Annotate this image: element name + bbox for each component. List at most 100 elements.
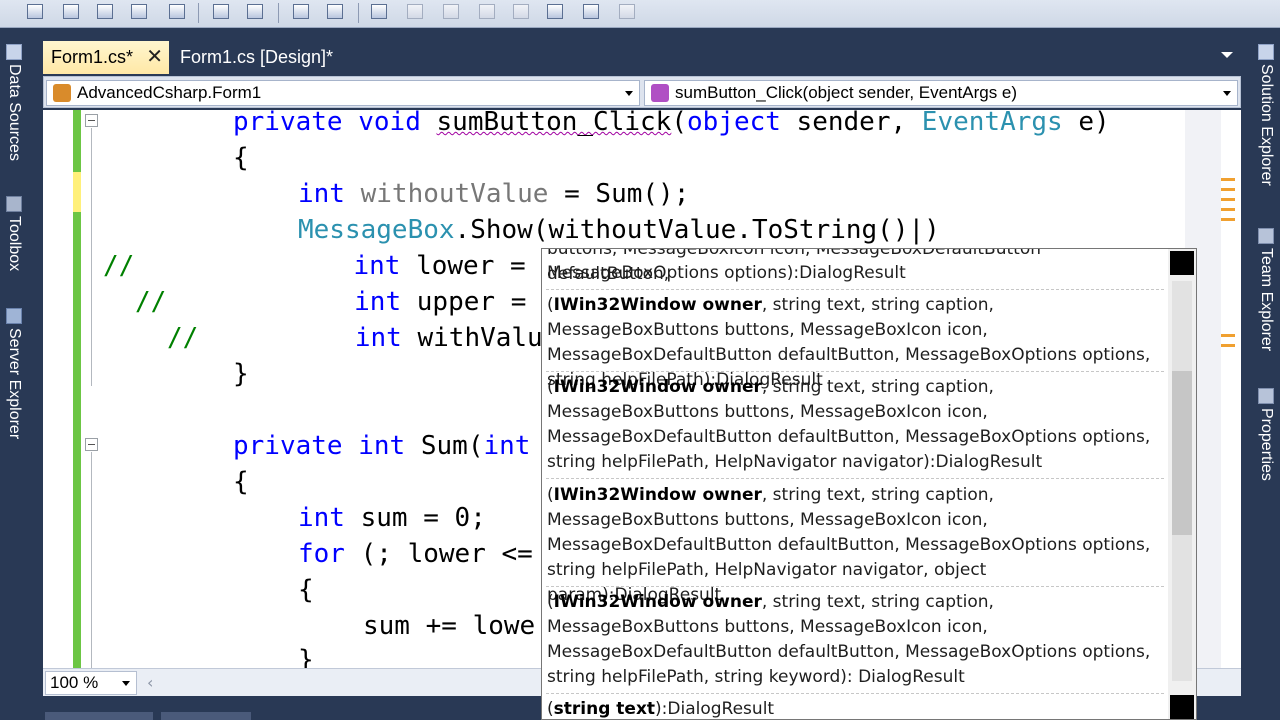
bottom-dock-tab[interactable] xyxy=(161,712,251,720)
toolbar-separator xyxy=(358,3,359,23)
code-token: lower = C xyxy=(400,251,557,281)
overload-list: buttons, MessageBoxIcon icon, MessageBox… xyxy=(542,249,1168,719)
previous-bookmark-folder-icon[interactable] xyxy=(476,2,498,22)
tab-list-dropdown-icon[interactable] xyxy=(1221,52,1233,58)
properties-tab[interactable]: Properties xyxy=(1256,388,1276,481)
collapse-icon[interactable] xyxy=(85,114,98,127)
code-token: int xyxy=(354,323,402,353)
code-token: withoutValue xyxy=(360,179,549,209)
code-line: // int withValue xyxy=(167,320,558,356)
properties-label: Properties xyxy=(1258,408,1275,481)
code-line: int sum = 0; xyxy=(298,500,486,536)
copy-icon[interactable] xyxy=(24,2,46,22)
scroll-up-arrow-icon[interactable] xyxy=(1170,251,1194,275)
method-icon xyxy=(651,84,669,102)
parameter-info-popup: buttons, MessageBoxIcon icon, MessageBox… xyxy=(541,248,1197,720)
scrollbar-change-marker xyxy=(1221,198,1235,201)
code-token: int xyxy=(298,503,345,533)
code-token: void xyxy=(358,110,421,137)
navigation-bar: AdvancedCsharp.Form1 sumButton_Click(obj… xyxy=(43,76,1241,108)
overload-item[interactable]: (string text):DialogResult xyxy=(547,697,1165,719)
indent-icon[interactable] xyxy=(210,2,232,22)
code-token: (; lower <= xyxy=(344,539,533,569)
scroll-down-arrow-icon[interactable] xyxy=(1170,695,1194,719)
tab-form1-design[interactable]: Form1.cs [Design]* xyxy=(172,41,352,74)
comment-icon[interactable] xyxy=(290,2,312,22)
zoom-value: 100 % xyxy=(50,673,99,692)
code-line: } xyxy=(233,359,249,389)
member-dropdown-value: sumButton_Click(object sender, EventArgs… xyxy=(675,83,1018,102)
close-icon[interactable]: ✕ xyxy=(146,47,163,67)
class-icon xyxy=(53,84,71,102)
tab-form1-cs[interactable]: Form1.cs* ✕ xyxy=(43,41,169,74)
code-comment: // xyxy=(103,251,135,281)
code-token: upper = C xyxy=(401,287,558,317)
scroll-left-icon[interactable]: ‹ xyxy=(147,673,153,692)
outline-guide xyxy=(91,128,92,386)
code-token: .Show(withoutValue.ToString() xyxy=(454,215,909,245)
class-dropdown[interactable]: AdvancedCsharp.Form1 xyxy=(46,80,640,106)
overload-item[interactable]: (IWin32Window owner, string text, string… xyxy=(547,590,1165,690)
data-sources-tab[interactable]: Data Sources xyxy=(4,44,24,161)
toolbox-icon xyxy=(6,196,22,212)
team-explorer-tab[interactable]: Team Explorer xyxy=(1256,228,1276,351)
bookmark-icon[interactable] xyxy=(368,2,390,22)
next-in-document-icon[interactable] xyxy=(580,2,602,22)
code-comment: // xyxy=(135,287,167,317)
data-sources-icon xyxy=(6,44,22,60)
code-token: = Sum(); xyxy=(548,179,690,209)
toolbox-label: Toolbox xyxy=(6,216,23,272)
uncomment-icon[interactable] xyxy=(324,2,346,22)
popup-scroll-thumb[interactable] xyxy=(1172,371,1192,535)
overload-item[interactable]: (IWin32Window owner, string text, string… xyxy=(547,375,1165,475)
clear-bookmarks-icon[interactable] xyxy=(616,2,638,22)
previous-in-document-icon[interactable] xyxy=(544,2,566,22)
server-explorer-label: Server Explorer xyxy=(6,328,23,440)
code-token: sender, xyxy=(780,110,922,137)
popup-scrollbar[interactable] xyxy=(1168,249,1196,719)
scrollbar-change-marker xyxy=(1221,208,1235,211)
collapse-icon[interactable] xyxy=(85,438,98,451)
next-bookmark-folder-icon[interactable] xyxy=(510,2,532,22)
format-icon[interactable] xyxy=(166,2,188,22)
code-token: e) xyxy=(1062,110,1110,137)
code-token: ) xyxy=(924,215,940,245)
scrollbar-change-marker xyxy=(1221,334,1235,337)
code-token: int xyxy=(353,251,401,281)
tab-form1-design-label: Form1.cs [Design]* xyxy=(180,47,334,67)
outline-guide xyxy=(91,452,92,678)
overload-separator xyxy=(546,693,1164,694)
overload-item[interactable]: MessageBoxOptions options):DialogResult xyxy=(547,261,1165,286)
zoom-dropdown[interactable]: 100 % xyxy=(45,671,137,695)
paste-icon[interactable] xyxy=(60,2,82,22)
code-line: for (; lower <= xyxy=(298,536,533,572)
overload-current-param: string text xyxy=(553,699,656,719)
bottom-dock-tab[interactable] xyxy=(45,712,153,720)
scrollbar-change-marker xyxy=(1221,188,1235,191)
code-token: ( xyxy=(467,431,484,461)
text-caret: | xyxy=(908,215,925,245)
code-line: private int Sum(int xyxy=(233,428,530,464)
code-token: ( xyxy=(671,110,687,137)
team-explorer-label: Team Explorer xyxy=(1258,248,1275,352)
member-dropdown[interactable]: sumButton_Click(object sender, EventArgs… xyxy=(644,80,1238,106)
font-size-icon[interactable] xyxy=(128,2,150,22)
standard-toolbar xyxy=(0,0,1280,28)
previous-bookmark-icon[interactable] xyxy=(404,2,426,22)
code-line: // int upper = C xyxy=(135,284,558,320)
toolbar-overflow-icon[interactable] xyxy=(646,2,658,22)
next-bookmark-icon[interactable] xyxy=(440,2,462,22)
team-explorer-icon xyxy=(1258,228,1274,244)
solution-explorer-icon xyxy=(1258,44,1274,60)
overload-current-param: IWin32Window owner xyxy=(553,377,762,397)
server-explorer-tab[interactable]: Server Explorer xyxy=(4,308,24,439)
right-dock-strip: Solution Explorer Team Explorer Properti… xyxy=(1250,28,1280,720)
solution-explorer-tab[interactable]: Solution Explorer xyxy=(1256,44,1276,186)
toolbox-tab[interactable]: Toolbox xyxy=(4,196,24,271)
chevron-down-icon xyxy=(1223,91,1231,96)
code-token: int xyxy=(298,179,345,209)
code-token: int xyxy=(483,431,531,461)
outdent-icon[interactable] xyxy=(244,2,266,22)
undo-icon[interactable] xyxy=(94,2,116,22)
code-token: private xyxy=(233,431,343,461)
